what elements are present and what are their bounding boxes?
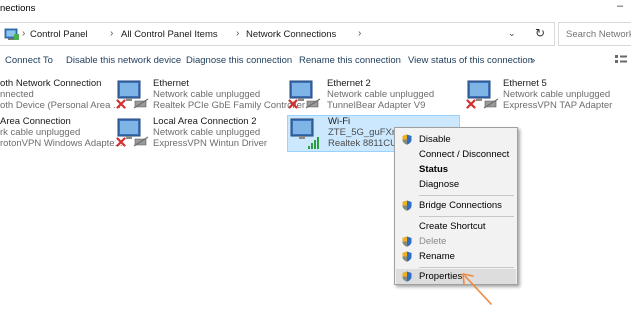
connection-status: Network cable unplugged bbox=[153, 89, 261, 100]
connection-name: Ethernet 2 bbox=[327, 78, 371, 89]
minimize-button[interactable]: – bbox=[613, 0, 627, 16]
menu-item-status[interactable]: Status bbox=[396, 162, 516, 177]
connection-device: TunnelBear Adapter V9 bbox=[327, 100, 426, 111]
shield-icon bbox=[402, 271, 412, 282]
connection-device: Realtek PCIe GbE Family Controller bbox=[153, 100, 306, 111]
command-bar: Connect To Disable this network device D… bbox=[0, 51, 631, 71]
breadcrumb-separator: › bbox=[358, 28, 362, 39]
refresh-icon[interactable]: ↻ bbox=[530, 26, 550, 44]
breadcrumb-separator: › bbox=[236, 28, 240, 39]
connection-name: Ethernet 5 bbox=[503, 78, 547, 89]
context-menu: Disable Connect / Disconnect Status Diag… bbox=[394, 127, 518, 285]
disconnected-x-icon bbox=[116, 137, 126, 147]
connection-name: Area Connection bbox=[0, 116, 71, 127]
menu-item-rename[interactable]: Rename bbox=[396, 249, 516, 264]
menu-item-diagnose[interactable]: Diagnose bbox=[396, 177, 516, 192]
shield-icon bbox=[402, 134, 412, 145]
breadcrumb-separator: › bbox=[110, 28, 114, 39]
diagnose-connection-button[interactable]: Diagnose this connection bbox=[186, 55, 292, 66]
search-input[interactable] bbox=[559, 23, 631, 45]
search-box[interactable] bbox=[558, 22, 631, 46]
title-bar: nections – bbox=[0, 0, 631, 18]
window-title: nections bbox=[0, 3, 36, 14]
rename-connection-button[interactable]: Rename this connection bbox=[299, 55, 401, 66]
menu-item-create-shortcut[interactable]: Create Shortcut bbox=[396, 219, 516, 234]
view-status-button[interactable]: View status of this connection bbox=[408, 55, 533, 66]
disconnected-x-icon bbox=[116, 99, 126, 109]
shield-icon bbox=[402, 200, 412, 211]
change-view-icon[interactable] bbox=[614, 54, 628, 66]
menu-item-delete[interactable]: Delete bbox=[396, 234, 516, 249]
breadcrumb-network-connections[interactable]: Network Connections bbox=[246, 29, 336, 40]
address-bar[interactable]: › Control Panel › All Control Panel Item… bbox=[0, 22, 555, 46]
connection-item-ethernet-5[interactable]: Ethernet 5 Network cable unplugged Expre… bbox=[465, 78, 631, 114]
connection-name: Wi-Fi bbox=[328, 116, 351, 127]
menu-item-bridge-connections[interactable]: Bridge Connections bbox=[396, 198, 516, 213]
connection-status: Network cable unplugged bbox=[503, 89, 611, 100]
connection-item-local-area-2[interactable]: Local Area Connection 2 Network cable un… bbox=[115, 116, 285, 152]
breadcrumb-separator: › bbox=[22, 28, 26, 39]
address-row: › Control Panel › All Control Panel Item… bbox=[0, 22, 631, 46]
menu-item-connect-disconnect[interactable]: Connect / Disconnect bbox=[396, 147, 516, 162]
connection-name: oth Network Connection bbox=[0, 78, 102, 89]
annotation-arrow-icon bbox=[462, 273, 492, 305]
connection-status: Network cable unplugged bbox=[153, 127, 261, 138]
connection-item-area-connection[interactable]: Area Connection rk cable unplugged roton… bbox=[0, 116, 123, 152]
disconnected-x-icon bbox=[288, 99, 298, 109]
more-commands-button[interactable]: » bbox=[530, 55, 535, 66]
connection-device: rotonVPN Windows Adapte... bbox=[0, 138, 123, 149]
connection-status: Network cable unplugged bbox=[327, 89, 435, 100]
connection-status: nnected bbox=[0, 89, 34, 100]
connection-name: Local Area Connection 2 bbox=[153, 116, 257, 127]
wifi-adapter-icon bbox=[290, 118, 319, 149]
breadcrumb-control-panel[interactable]: Control Panel bbox=[30, 29, 88, 40]
menu-item-disable[interactable]: Disable bbox=[396, 132, 516, 147]
connection-device: ExpressVPN Wintun Driver bbox=[153, 138, 268, 149]
connection-status: rk cable unplugged bbox=[0, 127, 81, 138]
chevron-down-icon[interactable]: ⌄ bbox=[508, 28, 516, 39]
menu-separator bbox=[419, 216, 514, 217]
shield-icon bbox=[402, 236, 412, 247]
connection-item-bluetooth[interactable]: oth Network Connection nnected oth Devic… bbox=[0, 78, 121, 114]
disconnected-x-icon bbox=[466, 99, 476, 109]
connection-device: ExpressVPN TAP Adapter bbox=[503, 100, 613, 111]
control-panel-icon bbox=[4, 28, 19, 40]
shield-icon bbox=[402, 251, 412, 262]
connection-item-ethernet[interactable]: Ethernet Network cable unplugged Realtek… bbox=[115, 78, 305, 114]
menu-separator bbox=[419, 195, 514, 196]
connection-name: Ethernet bbox=[153, 78, 189, 89]
connection-device: oth Device (Personal Area ... bbox=[0, 100, 121, 111]
breadcrumb-all-items[interactable]: All Control Panel Items bbox=[121, 29, 218, 40]
disable-device-button[interactable]: Disable this network device bbox=[66, 55, 181, 66]
connection-item-ethernet-2[interactable]: Ethernet 2 Network cable unplugged Tunne… bbox=[287, 78, 457, 114]
connect-to-button[interactable]: Connect To bbox=[5, 55, 53, 66]
connections-view: oth Network Connection nnected oth Devic… bbox=[0, 72, 631, 316]
